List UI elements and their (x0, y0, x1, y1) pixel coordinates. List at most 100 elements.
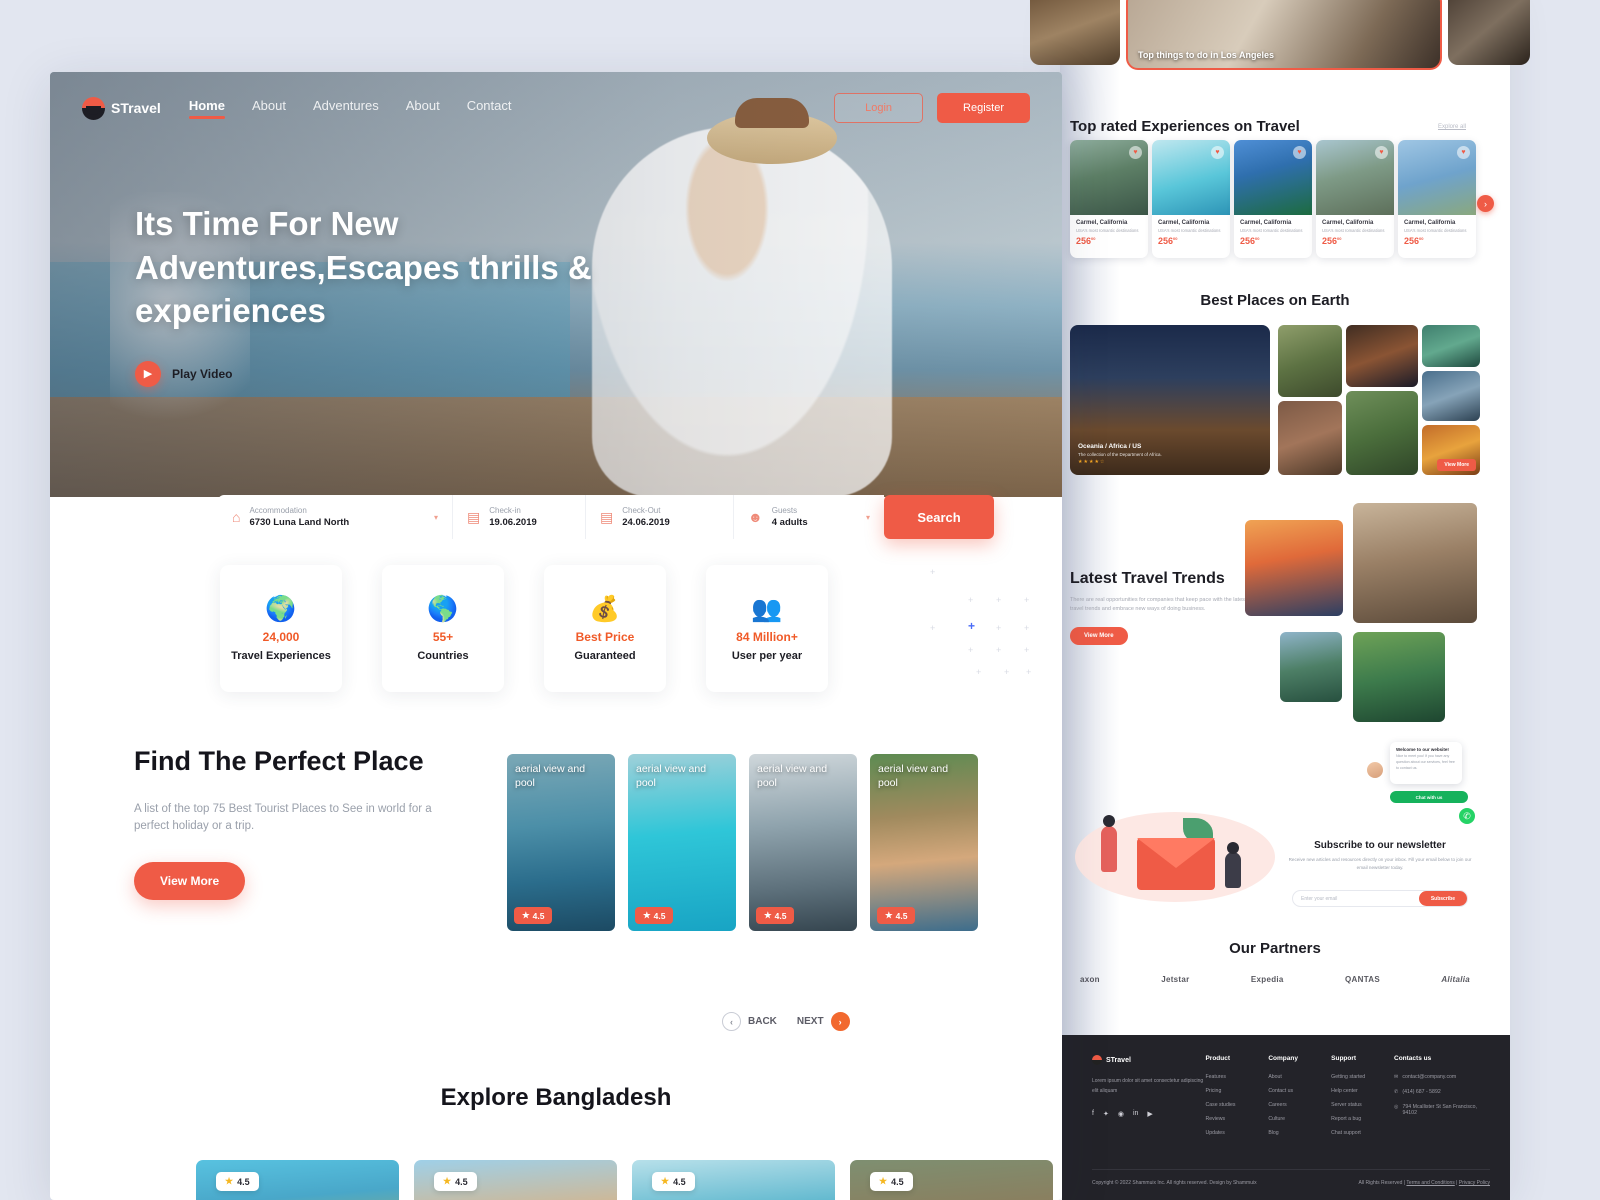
chevron-down-icon[interactable]: ▾ (866, 513, 870, 522)
play-video-button[interactable]: ▶ Play Video (135, 360, 655, 387)
gallery-thumb[interactable] (1422, 325, 1480, 367)
gallery-thumb[interactable] (1346, 391, 1418, 475)
terms-link[interactable]: Terms and Conditions (1406, 1180, 1454, 1186)
strip-card-left[interactable] (1030, 0, 1120, 65)
heart-icon[interactable]: ♥ (1293, 146, 1306, 159)
footer-link[interactable]: Server status (1331, 1102, 1394, 1108)
partner-logo-qantas[interactable]: QANTAS (1345, 975, 1380, 984)
gallery-thumb[interactable] (1346, 325, 1418, 387)
privacy-link[interactable]: Privacy Policy (1459, 1180, 1490, 1186)
top-rated-card[interactable]: ♥ Carmel, California USA's most romantic… (1234, 140, 1312, 258)
place-card[interactable]: aerial view and pool ★ 4.5 (870, 754, 978, 931)
footer-link[interactable]: Features (1205, 1074, 1268, 1080)
place-card[interactable]: aerial view and pool ★ 4.5 (507, 754, 615, 931)
facebook-icon[interactable]: f (1092, 1110, 1094, 1118)
footer-link[interactable]: Culture (1268, 1116, 1331, 1122)
newsletter-email-input[interactable]: Enter your email (1301, 896, 1337, 902)
footer-link[interactable]: Updates (1205, 1130, 1268, 1136)
checkin-label: Check-in (489, 506, 521, 515)
contact-email-row[interactable]: ✉ contact@company.com (1394, 1074, 1490, 1080)
search-button[interactable]: Search (884, 495, 994, 539)
find-place-view-more-button[interactable]: View More (134, 862, 246, 901)
twitter-icon[interactable]: ✦ (1103, 1110, 1109, 1118)
footer-link[interactable]: About (1268, 1074, 1331, 1080)
partner-logo-axon[interactable]: axon (1080, 975, 1100, 984)
place-card[interactable]: aerial view and pool ★ 4.5 (628, 754, 736, 931)
star-icon: ★ (879, 1176, 888, 1186)
accommodation-field[interactable]: ⌂ Accommodation 6730 Luna Land North ▾ (218, 495, 453, 539)
trend-image[interactable] (1280, 632, 1342, 702)
heart-icon[interactable]: ♥ (1211, 146, 1224, 159)
contact-address-row[interactable]: ◎ 794 Mcallister St San Francisco, 94102 (1394, 1104, 1490, 1116)
trend-image[interactable] (1353, 503, 1477, 623)
guests-field[interactable]: ☻ Guests 4 adults ▾ (734, 495, 884, 539)
strip-card-featured[interactable]: Top things to do in Los Angeles (1126, 0, 1442, 70)
next-button[interactable]: NEXT › (797, 1012, 850, 1031)
footer-link[interactable]: Careers (1268, 1102, 1331, 1108)
footer-link[interactable]: Case studies (1205, 1102, 1268, 1108)
footer-logo[interactable]: STravel (1092, 1055, 1205, 1065)
linkedin-icon[interactable]: in (1133, 1110, 1138, 1118)
youtube-icon[interactable]: ▶ (1147, 1110, 1152, 1118)
footer-link[interactable]: Report a bug (1331, 1116, 1394, 1122)
checkin-value: 19.06.2019 (489, 517, 537, 528)
contact-phone-row[interactable]: ✆ (414) 687 - 5892 (1394, 1089, 1490, 1095)
newsletter-text: Subscribe to our newsletter Receive new … (1285, 840, 1475, 873)
heart-icon[interactable]: ♥ (1129, 146, 1142, 159)
card-price: 25600 (1158, 235, 1178, 246)
footer-link[interactable]: Chat support (1331, 1130, 1394, 1136)
trend-image[interactable] (1353, 632, 1445, 722)
place-card[interactable]: aerial view and pool ★ 4.5 (749, 754, 857, 931)
travel-trends-view-more-button[interactable]: View More (1070, 626, 1128, 645)
footer-link[interactable]: Pricing (1205, 1088, 1268, 1094)
explore-all-link[interactable]: Explore all (1438, 124, 1466, 130)
navbar: STravel Home About Adventures About Cont… (50, 72, 1062, 144)
newsletter-form: Enter your email Subscribe (1292, 890, 1468, 907)
trend-image[interactable] (1245, 520, 1343, 616)
explore-card[interactable]: ★ 4.5 (196, 1160, 399, 1200)
chevron-down-icon[interactable]: ▾ (434, 513, 438, 522)
login-button[interactable]: Login (834, 93, 924, 123)
footer-link[interactable]: Help center (1331, 1088, 1394, 1094)
strip-card-right[interactable] (1448, 0, 1530, 65)
whatsapp-icon[interactable]: ✆ (1459, 808, 1475, 824)
footer-link[interactable]: Contact us (1268, 1088, 1331, 1094)
register-button[interactable]: Register (937, 93, 1030, 123)
partner-logo-expedia[interactable]: Expedia (1251, 975, 1284, 984)
gallery-thumb[interactable] (1278, 401, 1342, 475)
instagram-icon[interactable]: ◉ (1118, 1110, 1124, 1118)
footer-link[interactable]: Blog (1268, 1130, 1331, 1136)
nav-item-contact[interactable]: Contact (467, 98, 512, 119)
footer-link[interactable]: Getting started (1331, 1074, 1394, 1080)
checkout-field[interactable]: ▤ Check-Out 24.06.2019 (586, 495, 734, 539)
gallery-thumb[interactable] (1278, 325, 1342, 397)
carousel-next-icon[interactable]: › (1477, 195, 1494, 212)
gallery-thumb[interactable]: View More (1422, 425, 1480, 475)
nav-item-home[interactable]: Home (188, 98, 226, 119)
heart-icon[interactable]: ♥ (1457, 146, 1470, 159)
nav-item-about-2[interactable]: About (406, 98, 440, 119)
chat-with-us-button[interactable]: Chat with us (1390, 791, 1468, 803)
gallery-view-more-button[interactable]: View More (1437, 459, 1476, 471)
checkin-field[interactable]: ▤ Check-in 19.06.2019 (453, 495, 586, 539)
nav-item-about[interactable]: About (252, 98, 286, 119)
explore-cards-row: ★ 4.5 ★ 4.5 ★ 4.5 ★ 4.5 (196, 1160, 1053, 1200)
footer-link[interactable]: Reviews (1205, 1116, 1268, 1122)
partner-logo-alitalia[interactable]: Alitalia (1441, 975, 1470, 984)
partner-logo-jetstar[interactable]: Jetstar (1161, 975, 1189, 984)
card-title: Carmel, California (1158, 220, 1210, 226)
top-rated-card[interactable]: ♥ Carmel, California USA's most romantic… (1152, 140, 1230, 258)
explore-card[interactable]: ★ 4.5 (850, 1160, 1053, 1200)
explore-card[interactable]: ★ 4.5 (414, 1160, 617, 1200)
top-rated-card[interactable]: ♥ Carmel, California USA's most romantic… (1398, 140, 1476, 258)
gallery-thumb[interactable] (1422, 371, 1480, 421)
newsletter-subscribe-button[interactable]: Subscribe (1418, 891, 1467, 906)
nav-item-adventures[interactable]: Adventures (313, 98, 379, 119)
brand-logo[interactable]: STravel (82, 96, 161, 120)
best-places-feature[interactable]: Oceania / Africa / US The collection of … (1070, 325, 1270, 475)
top-rated-card[interactable]: ♥ Carmel, California USA's most romantic… (1316, 140, 1394, 258)
heart-icon[interactable]: ♥ (1375, 146, 1388, 159)
back-button[interactable]: ‹ BACK (722, 1012, 777, 1031)
top-rated-card[interactable]: ♥ Carmel, California USA's most romantic… (1070, 140, 1148, 258)
explore-card[interactable]: ★ 4.5 (632, 1160, 835, 1200)
